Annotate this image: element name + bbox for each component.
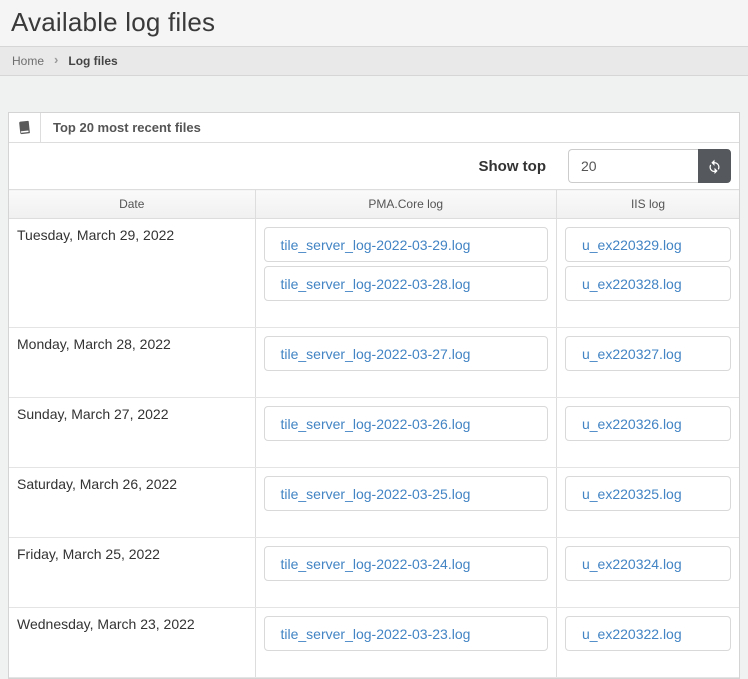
pma-core-log-cell: tile_server_log-2022-03-26.log xyxy=(255,398,556,468)
breadcrumb-home-link[interactable]: Home xyxy=(12,55,44,67)
log-file-box: u_ex220325.log xyxy=(565,476,731,511)
table-row: Friday, March 25, 2022 tile_server_log-2… xyxy=(9,538,739,608)
table-row: Saturday, March 26, 2022 tile_server_log… xyxy=(9,468,739,538)
show-top-row: Show top xyxy=(9,143,739,189)
column-header-pma-core-log: PMA.Core log xyxy=(255,190,556,219)
log-file-box: u_ex220324.log xyxy=(565,546,731,581)
column-header-iis-log: IIS log xyxy=(556,190,739,219)
content-area: Top 20 most recent files Show top xyxy=(0,76,748,679)
log-file-box: tile_server_log-2022-03-24.log xyxy=(264,546,548,581)
refresh-button[interactable] xyxy=(698,149,731,183)
log-file-link[interactable]: u_ex220326.log xyxy=(582,416,682,432)
column-header-date: Date xyxy=(9,190,255,219)
refresh-icon xyxy=(707,159,722,174)
pma-core-log-cell: tile_server_log-2022-03-25.log xyxy=(255,468,556,538)
log-file-link[interactable]: u_ex220328.log xyxy=(582,276,682,292)
show-top-input[interactable] xyxy=(568,149,698,183)
log-files-table: Date PMA.Core log IIS log Tuesday, March… xyxy=(9,189,739,678)
log-file-box: u_ex220329.log xyxy=(565,227,731,262)
pma-core-log-cell: tile_server_log-2022-03-29.log tile_serve… xyxy=(255,219,556,328)
log-table-body: Tuesday, March 29, 2022 tile_server_log-… xyxy=(9,219,739,678)
log-file-link[interactable]: u_ex220324.log xyxy=(582,556,682,572)
log-file-link[interactable]: tile_server_log-2022-03-23.log xyxy=(281,626,471,642)
log-file-box: u_ex220327.log xyxy=(565,336,731,371)
breadcrumb-current: Log files xyxy=(68,55,117,67)
log-files-panel: Top 20 most recent files Show top xyxy=(8,112,740,679)
log-file-box: tile_server_log-2022-03-26.log xyxy=(264,406,548,441)
pma-core-log-cell: tile_server_log-2022-03-23.log xyxy=(255,608,556,678)
date-cell: Monday, March 28, 2022 xyxy=(9,328,255,398)
iis-log-cell: u_ex220326.log xyxy=(556,398,739,468)
log-file-box: tile_server_log-2022-03-29.log xyxy=(264,227,548,262)
log-file-box: u_ex220326.log xyxy=(565,406,731,441)
log-file-link[interactable]: u_ex220322.log xyxy=(582,626,682,642)
pma-core-log-cell: tile_server_log-2022-03-24.log xyxy=(255,538,556,608)
date-cell: Tuesday, March 29, 2022 xyxy=(9,219,255,328)
log-file-link[interactable]: tile_server_log-2022-03-24.log xyxy=(281,556,471,572)
iis-log-cell: u_ex220329.log u_ex220328.log xyxy=(556,219,739,328)
iis-log-cell: u_ex220324.log xyxy=(556,538,739,608)
date-cell: Sunday, March 27, 2022 xyxy=(9,398,255,468)
show-top-input-group xyxy=(568,149,731,183)
log-file-box: tile_server_log-2022-03-25.log xyxy=(264,476,548,511)
table-row: Wednesday, March 23, 2022 tile_server_lo… xyxy=(9,608,739,678)
log-file-link[interactable]: tile_server_log-2022-03-29.log xyxy=(281,237,471,253)
pma-core-log-cell: tile_server_log-2022-03-27.log xyxy=(255,328,556,398)
iis-log-cell: u_ex220327.log xyxy=(556,328,739,398)
log-file-link[interactable]: u_ex220325.log xyxy=(582,486,682,502)
panel-heading-title: Top 20 most recent files xyxy=(41,113,201,142)
date-cell: Wednesday, March 23, 2022 xyxy=(9,608,255,678)
log-file-link[interactable]: u_ex220329.log xyxy=(582,237,682,253)
book-icon xyxy=(9,113,41,142)
page-title: Available log files xyxy=(11,9,736,35)
iis-log-cell: u_ex220325.log xyxy=(556,468,739,538)
table-header-row: Date PMA.Core log IIS log xyxy=(9,190,739,219)
table-row: Tuesday, March 29, 2022 tile_server_log-… xyxy=(9,219,739,328)
panel-heading: Top 20 most recent files xyxy=(9,113,739,143)
log-file-box: tile_server_log-2022-03-23.log xyxy=(264,616,548,651)
log-file-link[interactable]: tile_server_log-2022-03-27.log xyxy=(281,346,471,362)
log-file-link[interactable]: tile_server_log-2022-03-25.log xyxy=(281,486,471,502)
log-file-link[interactable]: tile_server_log-2022-03-28.log xyxy=(281,276,471,292)
chevron-right-icon: › xyxy=(54,54,58,66)
log-file-link[interactable]: tile_server_log-2022-03-26.log xyxy=(281,416,471,432)
date-cell: Friday, March 25, 2022 xyxy=(9,538,255,608)
table-row: Sunday, March 27, 2022 tile_server_log-2… xyxy=(9,398,739,468)
log-file-box: tile_server_log-2022-03-27.log xyxy=(264,336,548,371)
table-row: Monday, March 28, 2022 tile_server_log-2… xyxy=(9,328,739,398)
log-file-box: u_ex220328.log xyxy=(565,266,731,301)
iis-log-cell: u_ex220322.log xyxy=(556,608,739,678)
date-cell: Saturday, March 26, 2022 xyxy=(9,468,255,538)
page-header: Available log files xyxy=(0,0,748,46)
show-top-label: Show top xyxy=(479,158,547,175)
log-file-box: tile_server_log-2022-03-28.log xyxy=(264,266,548,301)
log-file-link[interactable]: u_ex220327.log xyxy=(582,346,682,362)
breadcrumb: Home › Log files xyxy=(0,46,748,76)
log-file-box: u_ex220322.log xyxy=(565,616,731,651)
